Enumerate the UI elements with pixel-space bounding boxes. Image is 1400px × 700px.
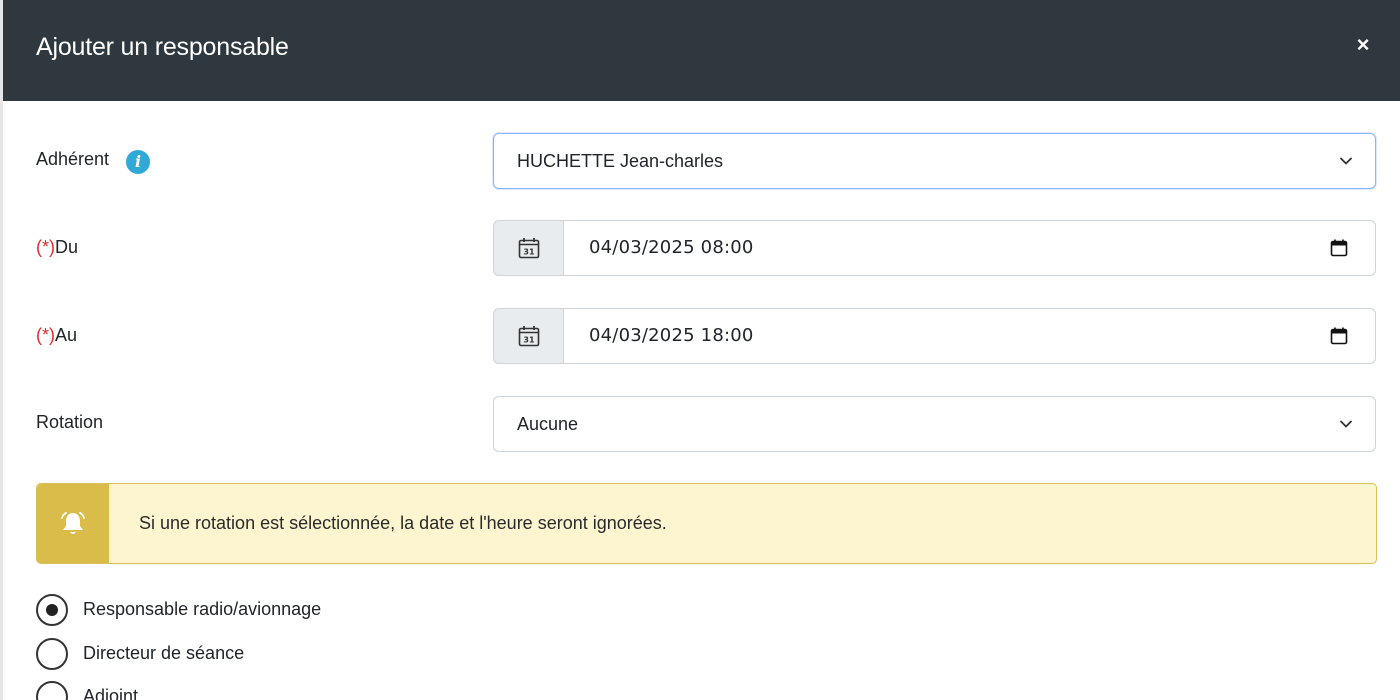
bell-icon (37, 484, 109, 563)
rotation-select-value: Aucune (517, 414, 579, 434)
calendar-icon: 31 (493, 308, 564, 364)
radio-button[interactable] (36, 594, 68, 626)
adherent-select-value: HUCHETTE Jean-charles (517, 151, 724, 171)
chevron-down-icon (1339, 134, 1353, 188)
svg-text:31: 31 (523, 248, 535, 257)
rotation-warning-alert: Si une rotation est sélectionnée, la dat… (36, 483, 1377, 564)
adherent-select[interactable]: HUCHETTE Jean-charles (493, 133, 1376, 189)
calendar-picker-icon[interactable] (1329, 326, 1349, 346)
role-label: Responsable radio/avionnage (83, 599, 322, 619)
role-label: Adjoint (83, 686, 139, 700)
required-marker: (*) (36, 325, 55, 345)
add-manager-modal: Ajouter un responsable × Adhérent i HUCH… (0, 0, 1400, 700)
alert-message: Si une rotation est sélectionnée, la dat… (139, 513, 667, 533)
role-label: Directeur de séance (83, 643, 245, 663)
calendar-icon: 31 (493, 220, 564, 276)
du-datetime-value: 04/03/2025 08:00 (589, 237, 754, 258)
svg-text:31: 31 (523, 336, 535, 345)
au-datetime-value: 04/03/2025 18:00 (589, 325, 754, 346)
du-datetime-input[interactable]: 04/03/2025 08:00 (563, 220, 1376, 276)
au-label-text: Au (55, 325, 78, 345)
rotation-select[interactable]: Aucune (493, 396, 1376, 452)
close-button[interactable]: × (1353, 32, 1373, 58)
du-label: (*)Du (36, 237, 78, 258)
required-marker: (*) (36, 237, 55, 257)
radio-button[interactable] (36, 681, 68, 700)
modal-title: Ajouter un responsable (36, 33, 289, 61)
calendar-picker-icon[interactable] (1329, 238, 1349, 258)
au-label: (*)Au (36, 325, 77, 346)
rotation-label: Rotation (36, 412, 104, 432)
modal-header: Ajouter un responsable × (3, 0, 1400, 101)
adherent-label: Adhérent (36, 149, 110, 169)
radio-button[interactable] (36, 638, 68, 670)
info-icon[interactable]: i (126, 150, 150, 174)
au-datetime-input[interactable]: 04/03/2025 18:00 (563, 308, 1376, 364)
chevron-down-icon (1339, 397, 1353, 451)
du-label-text: Du (55, 237, 79, 257)
